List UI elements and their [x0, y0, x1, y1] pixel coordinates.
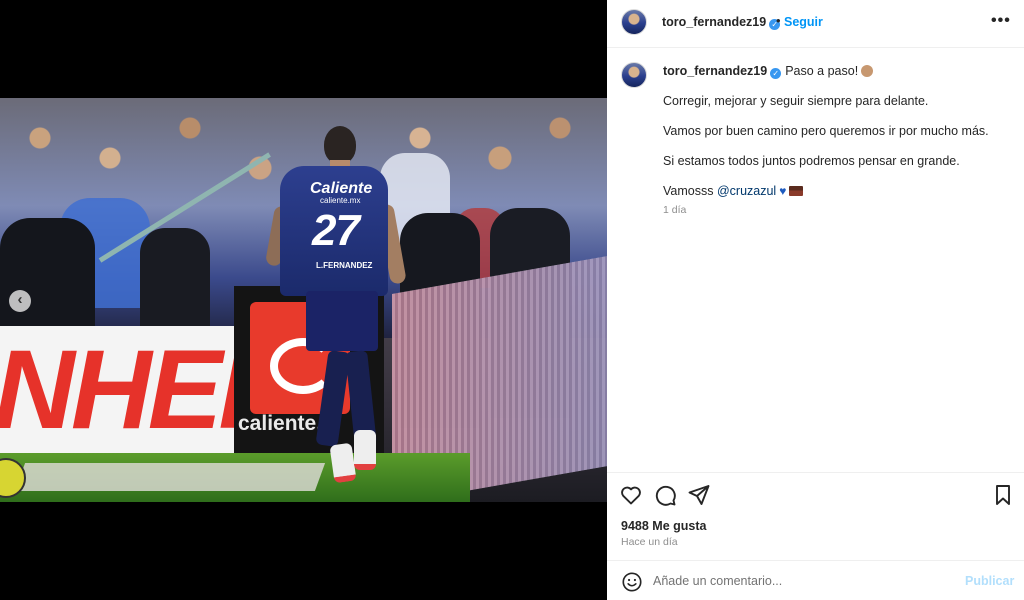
player-head	[324, 126, 356, 164]
post-actions: 9488 Me gusta Hace un día	[607, 472, 1024, 560]
jersey-number: 27	[312, 206, 360, 255]
caption-username[interactable]: toro_fernandez19 ✓	[663, 64, 782, 79]
player-boot	[354, 430, 376, 470]
jersey-name: L.FERNANDEZ	[316, 261, 373, 270]
mention-link[interactable]: @cruzazul	[717, 184, 776, 198]
post-timestamp[interactable]: Hace un día	[621, 536, 678, 548]
post-side-panel: toro_fernandez19 ✓ • Seguir ••• toro_fern…	[607, 0, 1024, 600]
emoji-icon[interactable]	[621, 571, 643, 593]
comment-bar: Publicar	[607, 560, 1024, 600]
caption-text: Vamosss	[663, 184, 714, 198]
ad-board-text: NHER	[0, 327, 236, 452]
caption-line-mention: Vamosss @cruzazul ♥	[663, 184, 804, 198]
username-text[interactable]: toro_fernandez19	[662, 15, 766, 29]
caption-line: Si estamos todos juntos podremos pensar …	[663, 154, 960, 168]
more-options-icon[interactable]: •••	[991, 12, 1011, 30]
bookmark-icon[interactable]	[991, 483, 1015, 507]
verified-icon: ✓	[770, 68, 782, 79]
player-boot	[329, 442, 357, 484]
ad-board-left: NHER	[0, 326, 236, 453]
header-username[interactable]: toro_fernandez19 ✓	[662, 15, 781, 30]
likes-count[interactable]: 9488 Me gusta	[621, 519, 706, 533]
separator-dot: •	[776, 13, 781, 28]
avatar[interactable]	[621, 62, 647, 88]
caption-text: Paso a paso!	[785, 64, 859, 78]
stadium-emoji-icon	[789, 186, 804, 196]
caption-line: Corregir, mejorar y seguir siempre para …	[663, 94, 929, 108]
avatar[interactable]	[621, 9, 647, 35]
player-leg	[315, 349, 351, 448]
jersey-sponsor-sub: caliente.mx	[320, 196, 361, 205]
player-jersey: Caliente caliente.mx 27 L.FERNANDEZ	[280, 166, 388, 296]
caption-timestamp[interactable]: 1 día	[663, 204, 686, 216]
player-shorts	[306, 291, 378, 351]
username-text[interactable]: toro_fernandez19	[663, 64, 767, 78]
blue-heart-icon: ♥	[779, 184, 787, 198]
share-icon[interactable]	[687, 483, 711, 507]
follow-button[interactable]: Seguir	[784, 15, 823, 29]
player-figure: Caliente caliente.mx 27 L.FERNANDEZ	[264, 126, 416, 486]
caption-line: Vamos por buen camino pero queremos ir p…	[663, 124, 989, 138]
caption-first-line: toro_fernandez19 ✓ Paso a paso!	[663, 64, 874, 79]
heart-icon[interactable]	[619, 483, 643, 507]
post-media: NHER caliente.p Caliente caliente.mx 27 …	[0, 0, 607, 600]
post-caption: toro_fernandez19 ✓ Paso a paso! Corregir, …	[607, 48, 1024, 472]
comment-icon[interactable]	[653, 483, 677, 507]
post-photo[interactable]: NHER caliente.p Caliente caliente.mx 27 …	[0, 98, 607, 502]
fist-emoji-icon	[861, 65, 874, 77]
publish-button[interactable]: Publicar	[965, 574, 1014, 588]
comment-input[interactable]	[653, 569, 953, 593]
post-header: toro_fernandez19 ✓ • Seguir •••	[607, 0, 1024, 48]
previous-slide-button[interactable]: ‹	[9, 290, 31, 312]
